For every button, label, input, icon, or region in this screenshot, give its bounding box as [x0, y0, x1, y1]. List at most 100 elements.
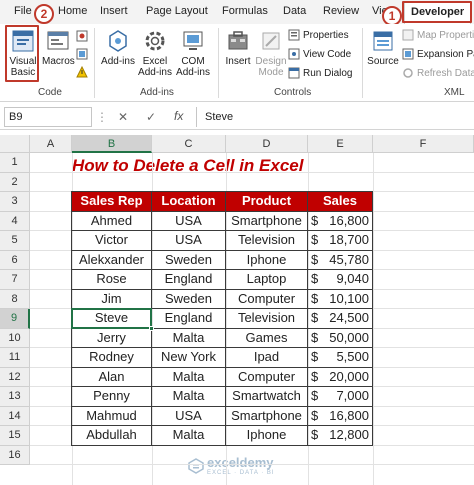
table-cell[interactable]: $24,500 — [307, 308, 373, 329]
row-header-3[interactable]: 3 — [0, 192, 30, 212]
table-header-cell[interactable]: Sales Rep — [71, 191, 152, 212]
table-cell[interactable]: USA — [151, 210, 226, 231]
table-cell[interactable]: $50,000 — [307, 327, 373, 348]
table-cell[interactable]: Ahmed — [71, 210, 152, 231]
table-cell[interactable]: Jerry — [71, 327, 152, 348]
table-cell[interactable]: Smartwatch — [225, 386, 308, 407]
table-cell[interactable]: Smartphone — [225, 405, 308, 426]
formula-input[interactable]: Steve — [196, 107, 472, 127]
column-header-b[interactable]: B — [72, 135, 152, 153]
row-header-15[interactable]: 15 — [0, 426, 30, 446]
table-cell[interactable]: $18,700 — [307, 230, 373, 251]
row-header-11[interactable]: 11 — [0, 348, 30, 368]
expansion-packs-button[interactable]: Expansion Pac — [402, 48, 474, 60]
table-cell[interactable]: USA — [151, 230, 226, 251]
macro-security-icon[interactable] — [76, 65, 88, 81]
relative-references-icon[interactable] — [76, 48, 88, 63]
table-cell[interactable]: $16,800 — [307, 405, 373, 426]
table-cell[interactable]: $7,000 — [307, 386, 373, 407]
tab-page-layout[interactable]: Page Layout — [146, 5, 208, 17]
table-cell[interactable]: $20,000 — [307, 366, 373, 387]
fill-handle[interactable] — [149, 325, 154, 331]
table-cell[interactable]: $16,800 — [307, 210, 373, 231]
column-header-d[interactable]: D — [226, 135, 308, 153]
table-header-cell[interactable]: Sales — [307, 191, 373, 212]
row-header-14[interactable]: 14 — [0, 406, 30, 426]
table-cell[interactable]: Smartphone — [225, 210, 308, 231]
macros-button[interactable]: Macros — [42, 28, 75, 67]
table-cell[interactable]: New York — [151, 347, 226, 368]
table-cell[interactable]: Malta — [151, 425, 226, 446]
table-cell[interactable]: $12,800 — [307, 425, 373, 446]
tab-insert[interactable]: Insert — [100, 5, 128, 17]
table-cell[interactable]: Alan — [71, 366, 152, 387]
table-cell[interactable]: Penny — [71, 386, 152, 407]
insert-controls-button[interactable]: Insert — [222, 28, 254, 67]
design-mode-button[interactable]: Design Mode — [254, 28, 288, 78]
xml-source-button[interactable]: Source — [366, 28, 400, 67]
table-cell[interactable]: Ipad — [225, 347, 308, 368]
row-header-8[interactable]: 8 — [0, 289, 30, 309]
excel-add-ins-button[interactable]: Excel Add-ins — [136, 28, 174, 78]
table-cell[interactable]: Computer — [225, 366, 308, 387]
row-header-5[interactable]: 5 — [0, 231, 30, 251]
table-cell[interactable]: Television — [225, 308, 308, 329]
com-add-ins-button[interactable]: COM Add-ins — [174, 28, 212, 78]
table-cell[interactable]: Rose — [71, 269, 152, 290]
table-header-cell[interactable]: Product — [225, 191, 308, 212]
refresh-data-button[interactable]: Refresh Data — [402, 67, 474, 79]
tab-data[interactable]: Data — [283, 5, 306, 17]
tab-home[interactable]: Home — [58, 5, 87, 17]
table-cell[interactable]: Laptop — [225, 269, 308, 290]
row-header-7[interactable]: 7 — [0, 270, 30, 290]
table-cell[interactable]: Jim — [71, 288, 152, 309]
name-box[interactable]: B9 — [4, 107, 92, 127]
table-cell[interactable]: Sweden — [151, 249, 226, 270]
table-cell[interactable]: England — [151, 269, 226, 290]
row-header-12[interactable]: 12 — [0, 367, 30, 387]
table-cell[interactable]: $9,040 — [307, 269, 373, 290]
row-header-1[interactable]: 1 — [0, 153, 30, 173]
tab-file[interactable]: File — [14, 5, 32, 17]
select-all-corner[interactable] — [0, 135, 30, 153]
worksheet-grid[interactable]: How to Delete a Cell in Excel exceldemy … — [0, 135, 474, 485]
tab-formulas[interactable]: Formulas — [222, 5, 268, 17]
cancel-icon[interactable]: ✕ — [118, 110, 128, 124]
column-header-f[interactable]: F — [373, 135, 474, 153]
row-header-4[interactable]: 4 — [0, 211, 30, 231]
row-header-16[interactable]: 16 — [0, 445, 30, 465]
table-cell[interactable]: Games — [225, 327, 308, 348]
enter-icon[interactable]: ✓ — [146, 110, 156, 124]
table-cell[interactable]: Alekxander — [71, 249, 152, 270]
table-cell[interactable]: Malta — [151, 327, 226, 348]
run-dialog-button[interactable]: Run Dialog — [288, 67, 352, 79]
table-cell[interactable]: Iphone — [225, 425, 308, 446]
table-cell[interactable]: England — [151, 308, 226, 329]
add-ins-button[interactable]: Add-ins — [100, 28, 136, 67]
table-cell[interactable]: Television — [225, 230, 308, 251]
table-cell[interactable]: Computer — [225, 288, 308, 309]
table-cell[interactable]: $45,780 — [307, 249, 373, 270]
table-header-cell[interactable]: Location — [151, 191, 226, 212]
table-cell[interactable]: Mahmud — [71, 405, 152, 426]
record-macro-icon[interactable] — [76, 30, 88, 45]
properties-button[interactable]: Properties — [288, 29, 349, 41]
table-cell[interactable]: Iphone — [225, 249, 308, 270]
view-code-button[interactable]: View Code — [288, 48, 351, 60]
table-cell[interactable]: Victor — [71, 230, 152, 251]
table-cell[interactable]: Malta — [151, 366, 226, 387]
insert-function-icon[interactable]: fx — [174, 109, 183, 123]
table-cell[interactable]: Rodney — [71, 347, 152, 368]
column-header-a[interactable]: A — [30, 135, 72, 153]
table-cell[interactable]: Abdullah — [71, 425, 152, 446]
table-cell[interactable]: Sweden — [151, 288, 226, 309]
row-header-13[interactable]: 13 — [0, 387, 30, 407]
table-cell[interactable]: Malta — [151, 386, 226, 407]
tab-review[interactable]: Review — [323, 5, 359, 17]
more-options-icon[interactable]: ⋮ — [96, 110, 108, 124]
table-cell[interactable]: USA — [151, 405, 226, 426]
column-header-c[interactable]: C — [152, 135, 226, 153]
table-cell[interactable]: $5,500 — [307, 347, 373, 368]
row-header-10[interactable]: 10 — [0, 328, 30, 348]
row-header-2[interactable]: 2 — [0, 172, 30, 192]
